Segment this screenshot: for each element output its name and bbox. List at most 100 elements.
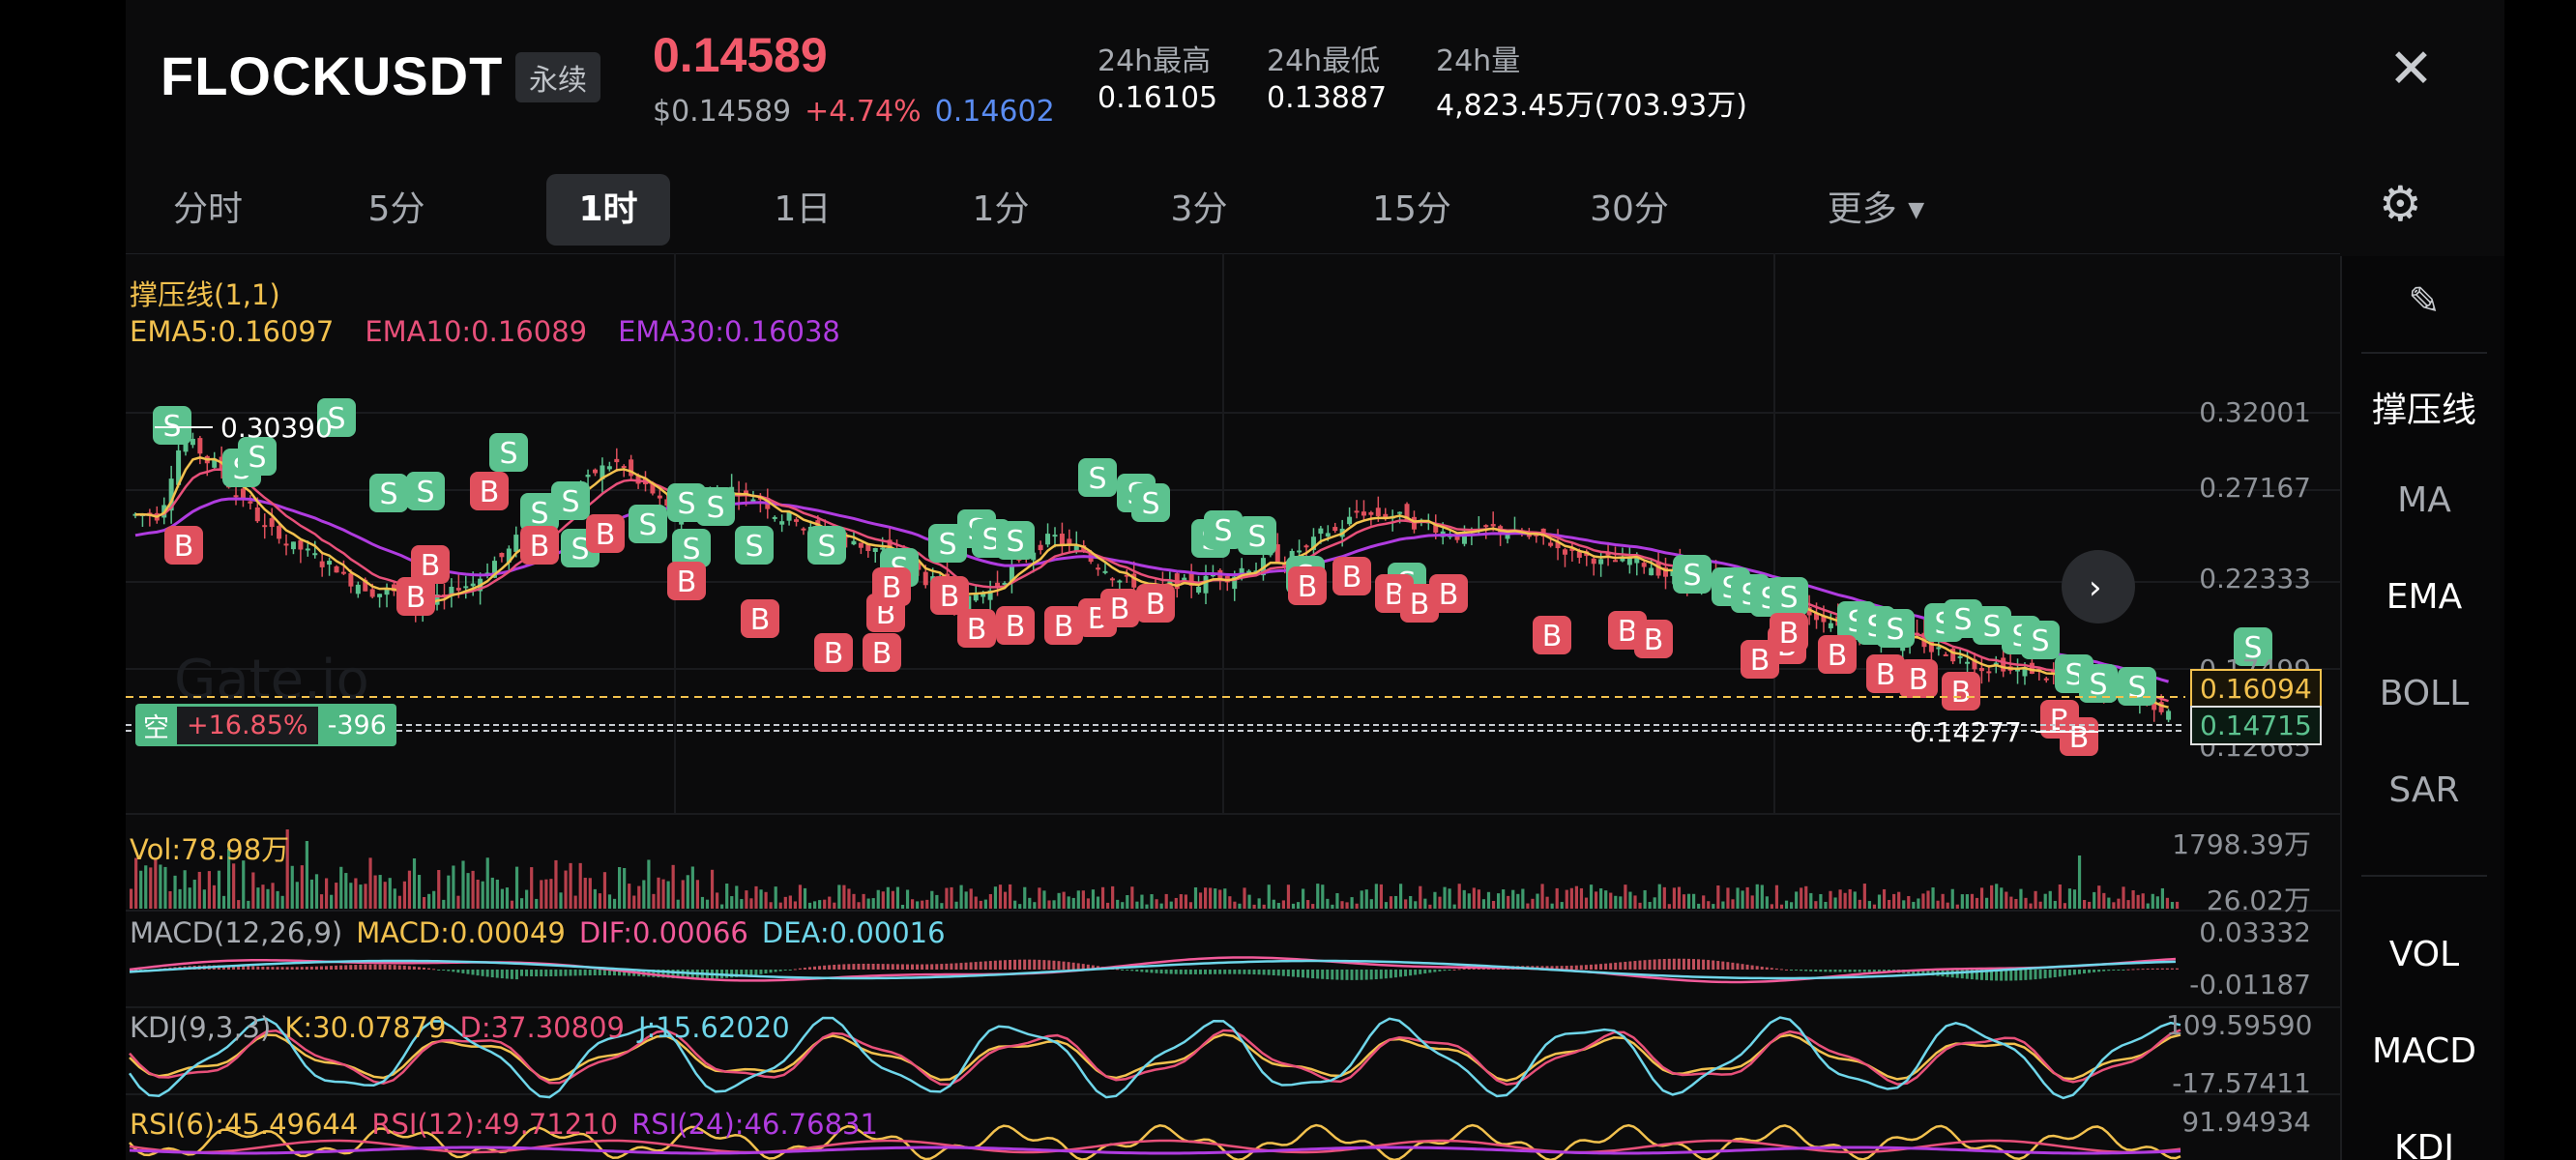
tab-15m[interactable]: 15分	[1349, 174, 1475, 246]
volume-bar	[1076, 890, 1080, 909]
volume-legend: Vol:78.98万	[130, 833, 290, 866]
buy-marker: B	[470, 472, 509, 510]
volume-bar	[954, 901, 958, 909]
candle-body	[1562, 549, 1567, 555]
candle-body	[1828, 623, 1833, 628]
macd-bar	[1198, 970, 1202, 974]
buy-marker: B	[741, 599, 779, 638]
macd-bar	[573, 970, 577, 976]
tab-1h[interactable]: 1时	[546, 174, 670, 246]
close-icon[interactable]: ✕	[2388, 43, 2434, 97]
tab-5m[interactable]: 5分	[338, 174, 454, 246]
buy-marker: B	[1044, 606, 1083, 645]
candle-body	[262, 525, 268, 528]
tab-1m[interactable]: 1分	[943, 174, 1059, 246]
sell-marker: S	[1204, 510, 1243, 549]
volume-bar	[1311, 904, 1315, 909]
symbol-title[interactable]: FLOCKUSDT	[161, 44, 503, 107]
volume-bar	[1106, 902, 1110, 909]
volume-bar	[207, 871, 211, 909]
macd-bar	[2029, 970, 2033, 980]
volume-bar	[1765, 896, 1769, 909]
volume-bar	[2160, 887, 2164, 909]
volume-bar	[1326, 898, 1330, 909]
sidebar-item-support-resistance[interactable]: 撑压线	[2342, 382, 2504, 432]
candle-body	[233, 495, 239, 498]
tab-1d[interactable]: 1日	[745, 174, 861, 246]
svg-text:B: B	[1951, 676, 1972, 710]
volume-bar	[2155, 896, 2159, 909]
macd-bar	[964, 962, 968, 970]
macd-bar	[368, 964, 372, 970]
volume-bar	[500, 888, 504, 909]
macd-bar	[1238, 970, 1242, 974]
sidebar-item-ema[interactable]: EMA	[2342, 577, 2504, 617]
macd-bar	[1662, 959, 1666, 970]
macd-bar	[1389, 970, 1392, 978]
macd-bar	[461, 970, 465, 973]
kdj-legend: KDJ(9,3,3) K:30.07879 D:37.30809 J:15.62020	[130, 1011, 790, 1044]
candle-body	[248, 501, 253, 504]
volume-bar	[1697, 903, 1701, 909]
candle-body	[1067, 538, 1072, 545]
volume-bar	[1516, 893, 1520, 909]
tab-timeline[interactable]: 分时	[135, 174, 280, 246]
sidebar-item-sar[interactable]: SAR	[2342, 770, 2504, 810]
volume-bar	[983, 899, 987, 909]
pencil-icon[interactable]: ✎	[2342, 279, 2504, 324]
tab-30m[interactable]: 30分	[1566, 174, 1692, 246]
buy-marker: B	[957, 609, 996, 648]
volume-bar	[183, 870, 187, 909]
volume-bar	[666, 881, 670, 909]
volume-bar	[1848, 888, 1852, 909]
macd-bar	[886, 964, 890, 970]
sidebar-item-ma[interactable]: MA	[2342, 480, 2504, 520]
volume-bar	[1081, 890, 1085, 909]
svg-text:S: S	[379, 478, 397, 511]
buy-marker: B	[1818, 635, 1857, 674]
volume-bar	[1750, 895, 1754, 909]
svg-text:B: B	[1828, 639, 1848, 673]
macd-bar	[1233, 970, 1237, 974]
candle-body	[801, 528, 806, 531]
sidebar-item-boll[interactable]: BOLL	[2342, 674, 2504, 713]
candle-body	[858, 542, 864, 548]
volume-bar	[1038, 887, 1041, 909]
volume-bar	[1218, 889, 1222, 909]
tab-3m[interactable]: 3分	[1141, 174, 1257, 246]
volume-bar	[1619, 896, 1623, 909]
volume-bar	[1599, 888, 1603, 909]
macd-bar	[911, 964, 914, 970]
high-value: 0.16105	[1098, 81, 1218, 115]
volume-bar	[378, 875, 382, 909]
volume-bar	[2063, 903, 2066, 909]
position-pnl: -396	[327, 710, 387, 740]
volume-bar	[1023, 886, 1027, 909]
sidebar-item-kdj[interactable]: KDJ	[2342, 1128, 2504, 1160]
macd-bar	[266, 967, 270, 970]
volume-bar	[130, 888, 133, 909]
sidebar-item-vol[interactable]: VOL	[2342, 935, 2504, 974]
macd-bar	[1838, 970, 1842, 972]
macd-bar	[823, 965, 827, 970]
macd-bar	[2034, 970, 2037, 980]
volume-bar	[1179, 894, 1183, 909]
volume-bar	[881, 891, 885, 909]
macd-bar	[1286, 970, 1290, 977]
macd-bar	[1169, 970, 1173, 974]
macd-bar	[813, 966, 816, 970]
tab-more[interactable]: 更多 ▼	[1803, 174, 1948, 246]
position-pill[interactable]: 空 +16.85% -396	[135, 704, 396, 746]
volume-bar	[437, 870, 441, 909]
candle-body	[1332, 527, 1338, 532]
volume-bar	[423, 896, 426, 909]
gear-icon[interactable]: ⚙	[2379, 176, 2422, 232]
candle-body	[470, 583, 476, 587]
volume-bar	[168, 890, 172, 909]
macd-bar	[871, 963, 875, 970]
sidebar-item-macd[interactable]: MACD	[2342, 1031, 2504, 1071]
macd-bar	[295, 967, 299, 970]
macd-bar	[759, 970, 763, 974]
indicator-title: 撑压线(1,1)	[130, 278, 280, 311]
macd-bar	[1052, 960, 1056, 970]
